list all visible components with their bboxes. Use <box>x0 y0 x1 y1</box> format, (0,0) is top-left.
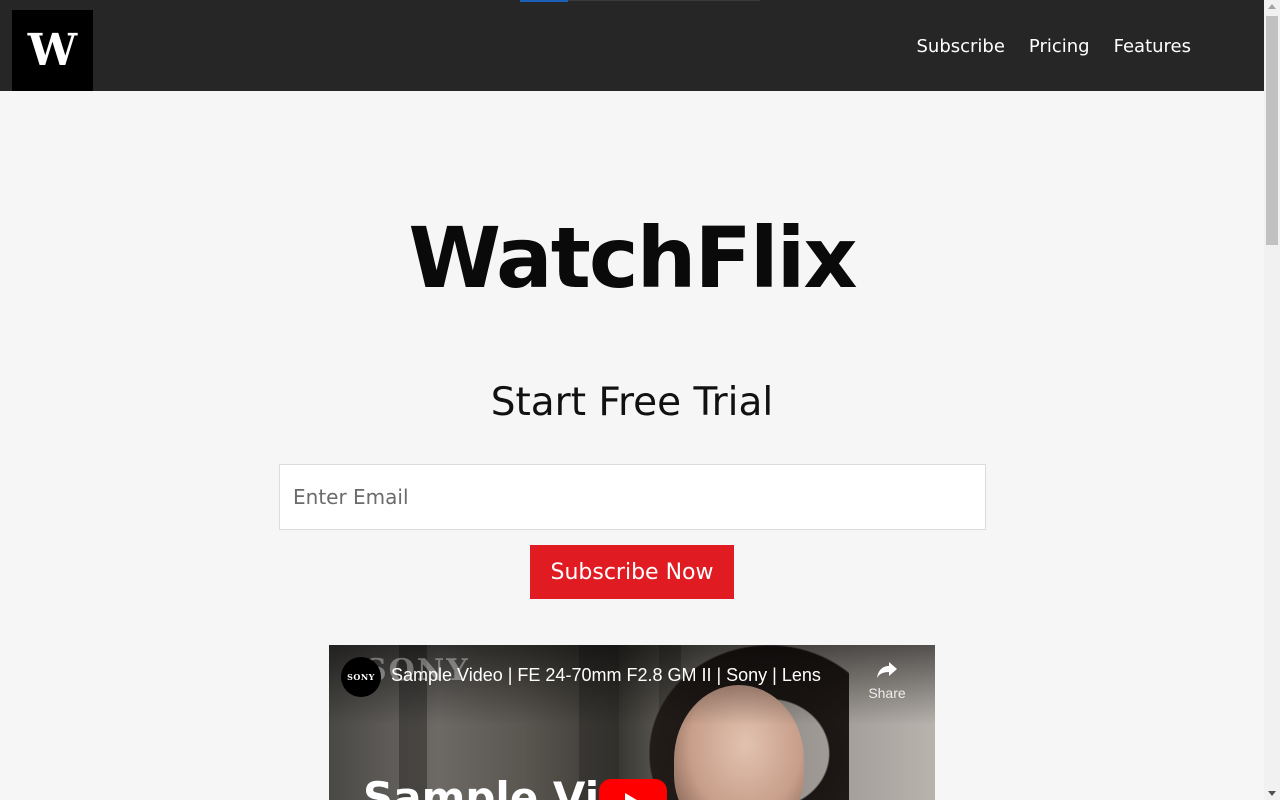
loading-progress-bar <box>520 0 568 2</box>
main-nav: Subscribe Pricing Features <box>916 34 1191 60</box>
nav-link-features[interactable]: Features <box>1114 34 1191 60</box>
play-icon <box>625 793 642 800</box>
scroll-down-arrow-icon[interactable] <box>1268 791 1276 796</box>
share-label: Share <box>868 685 906 701</box>
site-header: W Subscribe Pricing Features <box>0 0 1264 91</box>
scroll-up-arrow-icon[interactable] <box>1268 4 1276 9</box>
email-input[interactable] <box>279 464 986 530</box>
video-caption: Sample Vic <box>363 773 624 800</box>
vertical-scrollbar[interactable] <box>1264 0 1280 800</box>
scroll-thumb[interactable] <box>1266 16 1278 245</box>
brand-title: WatchFlix <box>408 209 857 307</box>
loading-progress-track <box>568 0 760 1</box>
site-logo[interactable]: W <box>12 10 93 91</box>
share-button[interactable]: Share <box>865 657 909 701</box>
channel-avatar[interactable]: SONY <box>341 657 381 697</box>
nav-link-pricing[interactable]: Pricing <box>1029 34 1090 60</box>
video-embed[interactable]: SONY SONY Sample Video | FE 24-70mm F2.8… <box>329 645 935 800</box>
subscribe-now-button[interactable]: Subscribe Now <box>530 545 734 599</box>
trial-heading: Start Free Trial <box>490 380 774 425</box>
nav-link-subscribe[interactable]: Subscribe <box>916 34 1004 60</box>
share-arrow-icon <box>877 662 897 678</box>
video-title[interactable]: Sample Video | FE 24-70mm F2.8 GM II | S… <box>391 665 821 686</box>
play-button[interactable] <box>599 779 667 800</box>
